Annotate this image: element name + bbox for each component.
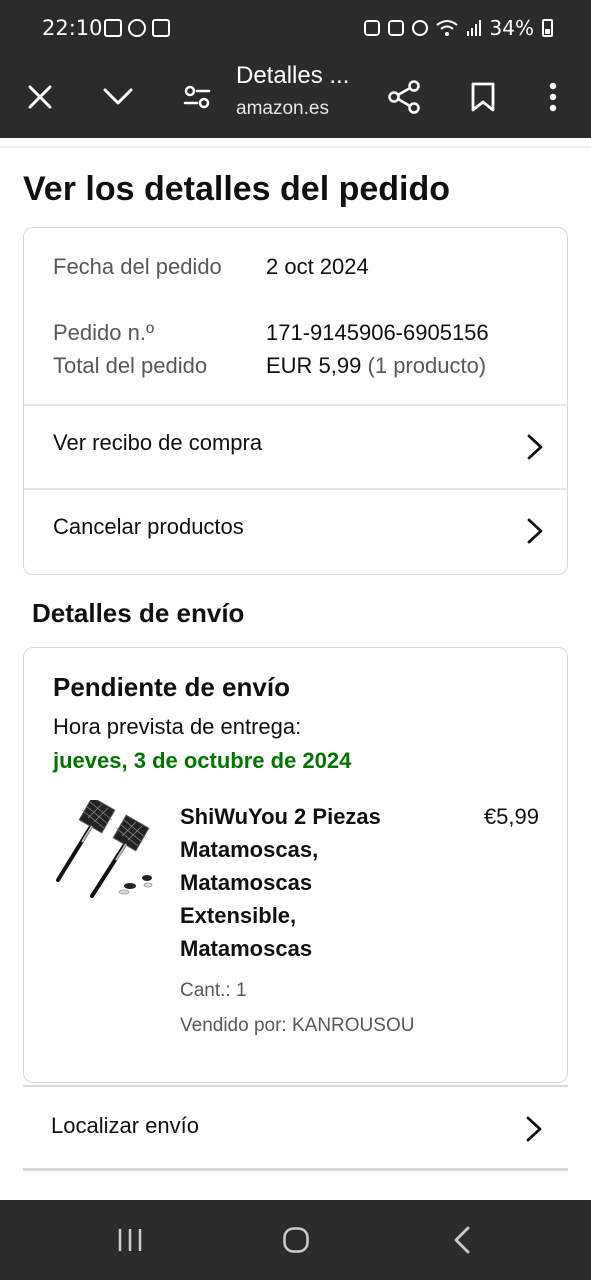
order-total-value: EUR 5,99 (1 producto): [266, 349, 486, 382]
delivery-eta-date: jueves, 3 de octubre de 2024: [53, 748, 352, 773]
bookmark-icon: [471, 82, 495, 112]
product-title-link[interactable]: ShiWuYou 2 Piezas Matamoscas, Matamoscas…: [180, 800, 420, 965]
share-icon: [388, 80, 420, 114]
tune-icon: [183, 85, 211, 109]
order-total-amount: EUR 5,99: [266, 353, 362, 378]
battery-icon: [542, 19, 553, 37]
chevron-right-icon: [526, 1116, 542, 1142]
status-time: 22:10: [42, 16, 103, 40]
close-icon: [28, 85, 52, 109]
divider: [0, 146, 591, 148]
order-date-value: 2 oct 2024: [266, 254, 369, 279]
order-number-label: Pedido n.º: [53, 320, 154, 345]
collapse-button[interactable]: [94, 73, 142, 121]
home-button[interactable]: [274, 1220, 318, 1260]
track-shipment-link[interactable]: Localizar envío: [23, 1085, 568, 1169]
page-content: Ver los detalles del pedido Fecha del pe…: [0, 138, 591, 1200]
alarm-icon: [411, 20, 428, 36]
whatsapp-icon: [128, 19, 146, 37]
fly-swatter-1: [56, 800, 116, 882]
shipment-status: Pendiente de envío: [53, 672, 290, 702]
close-button[interactable]: [16, 73, 64, 121]
page-tab-title[interactable]: Detalles ...: [236, 62, 349, 90]
bookmark-button[interactable]: [459, 73, 507, 121]
product-seller: Vendido por: KANROUSOU: [180, 1015, 415, 1036]
order-date-label: Fecha del pedido: [53, 254, 222, 279]
view-receipt-link[interactable]: Ver recibo de compra: [24, 405, 567, 489]
page-settings-button[interactable]: [173, 73, 221, 121]
cancel-products-label: Cancelar productos: [53, 514, 244, 539]
order-total-label: Total del pedido: [53, 353, 208, 378]
chevron-right-icon: [527, 518, 543, 544]
order-number-value: 171-9145906-6905156: [266, 320, 489, 345]
order-item-count: (1 producto): [367, 353, 487, 378]
signal-icon: [466, 20, 481, 36]
shipping-section-title: Detalles de envío: [32, 598, 245, 628]
notification-icons: [104, 19, 170, 37]
status-bar: 22:10 34%: [0, 0, 591, 56]
product-image[interactable]: [52, 800, 162, 906]
recent-apps-icon: [118, 1229, 142, 1251]
delivery-eta-label: Hora prevista de entrega:: [53, 714, 302, 739]
accessory-clips: [118, 875, 153, 895]
navigation-bar: [0, 1200, 591, 1280]
page-title: Ver los detalles del pedido: [23, 170, 451, 208]
cancel-products-link[interactable]: Cancelar productos: [24, 489, 567, 573]
view-receipt-label: Ver recibo de compra: [53, 430, 263, 455]
nfc-icon: [387, 20, 404, 36]
track-shipment-label: Localizar envío: [51, 1113, 199, 1138]
home-icon: [283, 1227, 309, 1253]
checkbox-icon: [152, 19, 170, 37]
more-vert-icon: [549, 82, 557, 112]
recent-apps-button[interactable]: [108, 1220, 152, 1260]
battery-percent: 34%: [489, 16, 534, 40]
browser-toolbar: Detalles ... amazon.es: [0, 56, 591, 138]
product-quantity: Cant.: 1: [180, 980, 247, 1001]
share-button[interactable]: [380, 73, 428, 121]
system-icons: 34%: [363, 16, 553, 40]
shipment-card: Pendiente de envío Hora prevista de entr…: [23, 647, 568, 1083]
order-summary-card: Fecha del pedido 2 oct 2024 Pedido n.º 1…: [23, 227, 568, 575]
product-price: €5,99: [483, 804, 539, 829]
wifi-icon: [435, 20, 458, 36]
page-url[interactable]: amazon.es: [236, 98, 329, 120]
more-options-button[interactable]: [529, 73, 577, 121]
gallery-icon: [104, 19, 122, 37]
back-icon: [454, 1226, 470, 1254]
next-option-row[interactable]: [23, 1168, 568, 1200]
app-icon: [363, 20, 380, 36]
back-button[interactable]: [440, 1220, 484, 1260]
chevron-down-icon: [103, 88, 133, 105]
chevron-right-icon: [527, 434, 543, 460]
